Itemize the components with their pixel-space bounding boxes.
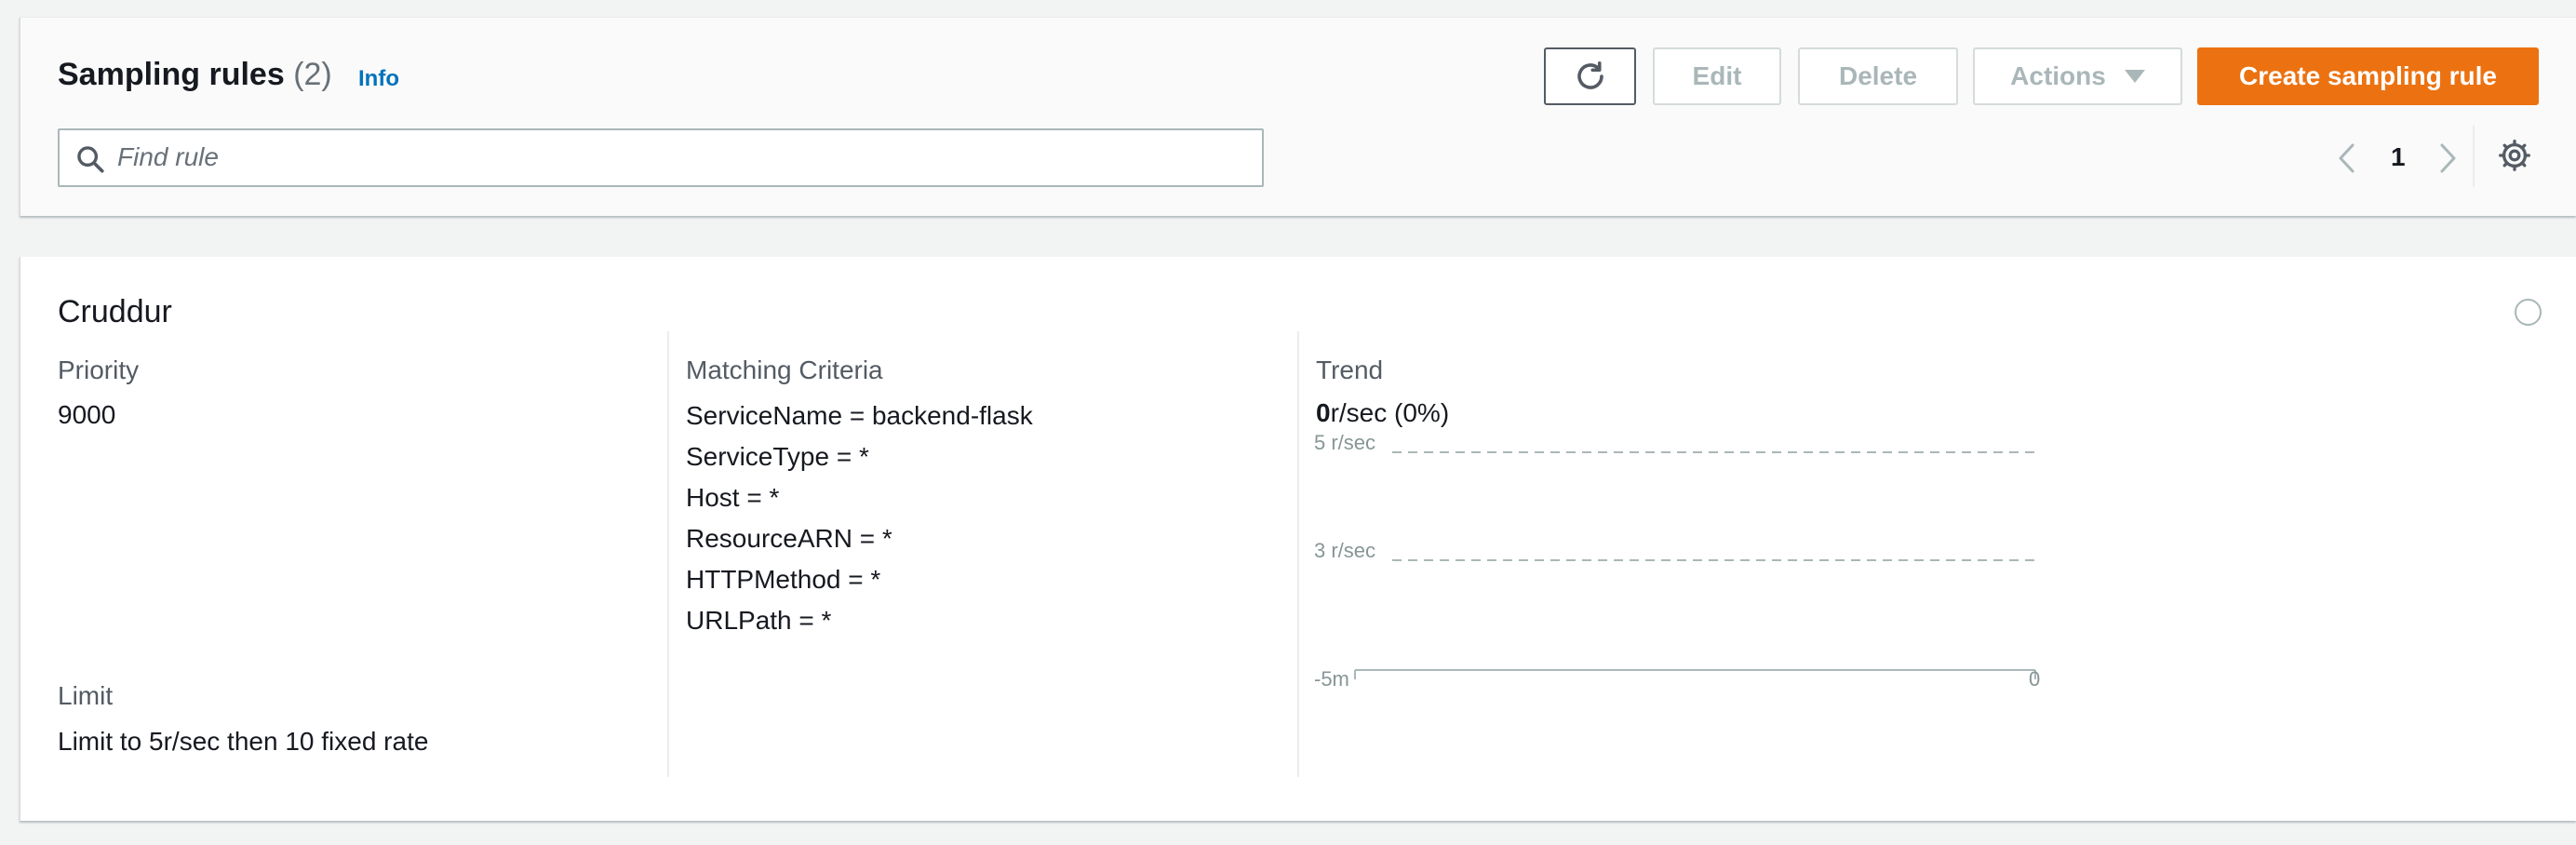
y-tick-label: 5 r/sec xyxy=(1314,431,1375,454)
search-icon xyxy=(77,146,104,173)
actions-dropdown[interactable]: Actions xyxy=(1973,47,2182,105)
priority-label: Priority xyxy=(58,355,140,384)
limit-label: Limit xyxy=(58,681,114,710)
criteria-item: ServiceName = backend-flask xyxy=(686,401,1033,430)
rule-name: Cruddur xyxy=(58,294,172,329)
gear-icon[interactable] xyxy=(2498,139,2531,172)
info-link[interactable]: Info xyxy=(358,66,399,92)
column-divider xyxy=(1297,331,1299,777)
refresh-button[interactable] xyxy=(1544,47,1636,105)
x-tick-label-end: 0 xyxy=(2029,667,2040,691)
trend-rate-suffix: r/sec (0%) xyxy=(1330,398,1450,427)
search-input[interactable] xyxy=(117,136,1234,179)
caret-down-icon xyxy=(2124,70,2145,83)
y-tick-label: 3 r/sec xyxy=(1314,539,1375,562)
trend-chart: 5 r/sec 3 r/sec -5m 0 xyxy=(1314,431,2040,691)
actions-label: Actions xyxy=(2010,61,2106,90)
criteria-item: Host = * xyxy=(686,483,780,512)
chevron-left-icon[interactable] xyxy=(2336,142,2356,174)
criteria-item: URLPath = * xyxy=(686,606,832,635)
chevron-right-icon[interactable] xyxy=(2438,142,2459,174)
current-page-number[interactable]: 1 xyxy=(2391,142,2406,172)
find-rule-search[interactable] xyxy=(58,128,1264,187)
criteria-item: HTTPMethod = * xyxy=(686,565,881,594)
limit-value: Limit to 5r/sec then 10 fixed rate xyxy=(58,727,429,756)
edit-button[interactable]: Edit xyxy=(1653,47,1781,105)
criteria-item: ResourceARN = * xyxy=(686,524,892,553)
x-tick-label-start: -5m xyxy=(1314,667,1349,691)
rule-count: (2) xyxy=(293,57,332,92)
column-divider xyxy=(667,331,669,777)
trend-label: Trend xyxy=(1316,355,1384,384)
page-title: Sampling rules (2) xyxy=(58,57,332,93)
matching-criteria-label: Matching Criteria xyxy=(686,355,883,384)
create-sampling-rule-button[interactable]: Create sampling rule xyxy=(2197,47,2539,105)
sampling-rules-header: Sampling rules (2) Info Edit Delete Acti… xyxy=(20,17,2576,216)
rule-card[interactable]: Cruddur Priority 9000 Limit Limit to 5r/… xyxy=(20,257,2576,821)
title-text: Sampling rules xyxy=(58,57,285,92)
criteria-item: ServiceType = * xyxy=(686,442,869,471)
priority-value: 9000 xyxy=(58,400,116,429)
matching-criteria-list: ServiceName = backend-flask ServiceType … xyxy=(686,396,1033,641)
delete-button[interactable]: Delete xyxy=(1798,47,1958,105)
refresh-icon xyxy=(1576,60,1603,89)
rule-select-radio[interactable] xyxy=(2515,299,2542,326)
trend-rate-number: 0 xyxy=(1316,398,1331,427)
pagination-divider xyxy=(2473,126,2475,187)
